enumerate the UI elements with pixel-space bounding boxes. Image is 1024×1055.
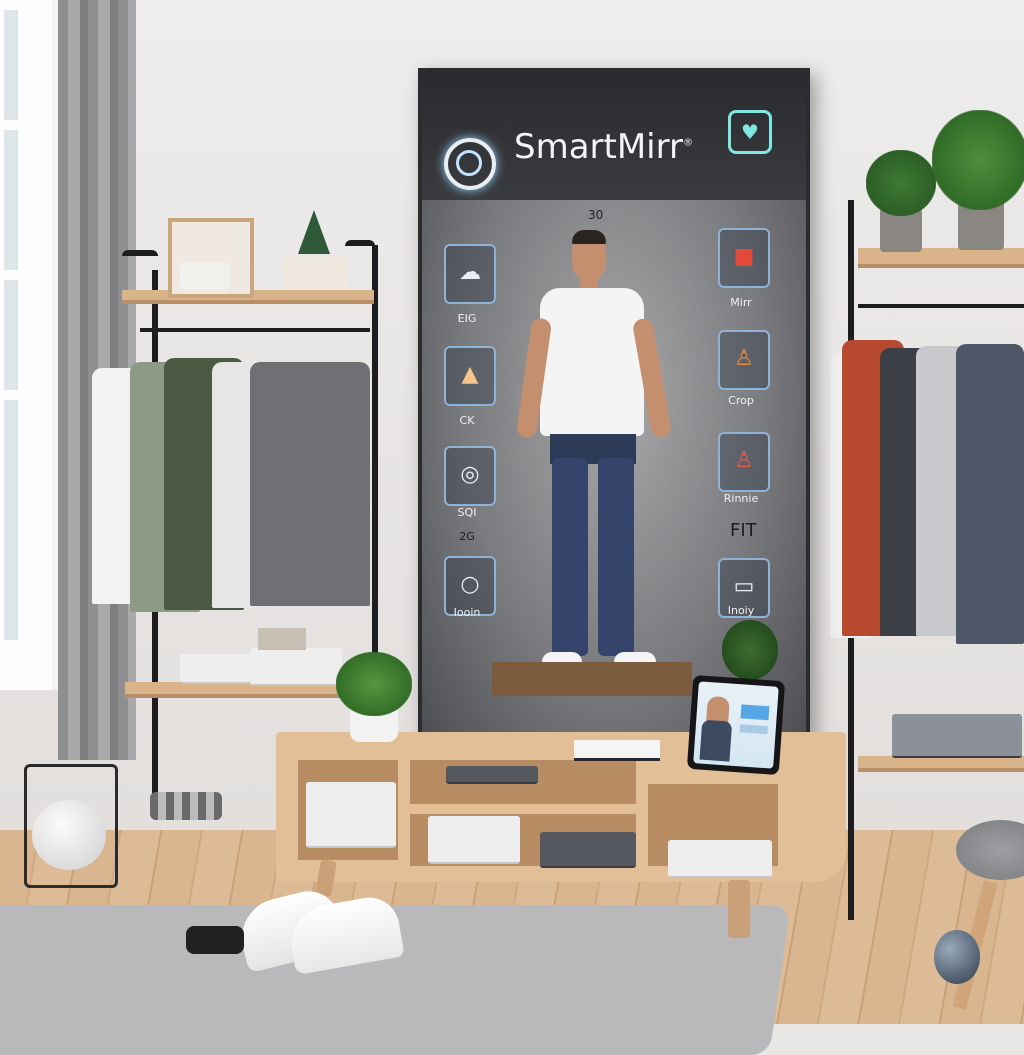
left-tile-1[interactable]: ☁ xyxy=(444,244,496,304)
cloud-icon: ☁ xyxy=(459,260,481,285)
right-tile-label: Crop xyxy=(728,394,754,407)
cabinet-leg xyxy=(728,880,750,938)
left-tile-label: CK xyxy=(459,414,475,427)
window-pane xyxy=(4,280,18,390)
person-tshirt xyxy=(540,288,644,436)
window-pane xyxy=(4,130,18,270)
mirror-header: SmartMirr® ♥ xyxy=(422,72,806,200)
body-orange-icon: ♙ xyxy=(734,346,754,371)
triangle-icon: ▲ xyxy=(461,362,479,387)
mirror-screen: 30 ☁ EIG ▲ CK ◎ SQI 2G ○ Iooin ■ Mirr ♙ … xyxy=(422,200,806,760)
dumbbell xyxy=(934,930,980,984)
dumbbells xyxy=(150,792,222,820)
person-leg-right xyxy=(552,458,588,656)
left-tile-label: Iooin xyxy=(453,606,481,619)
shirt-slate xyxy=(956,344,1024,644)
rack-hook xyxy=(122,250,158,256)
right-tile-label: Rinnie xyxy=(723,492,759,505)
bottom-shelf xyxy=(858,756,1024,772)
brand-mark: ® xyxy=(683,137,693,149)
rack-hook xyxy=(345,240,375,246)
right-tile-3[interactable]: ♙ xyxy=(718,432,770,492)
heart-badge-icon[interactable]: ♥ xyxy=(728,110,772,154)
plant xyxy=(866,150,936,216)
folded-clothes xyxy=(428,816,520,864)
brand-name: SmartMirr® xyxy=(514,127,693,167)
folded-clothes xyxy=(892,714,1022,758)
small-box xyxy=(258,628,306,650)
left-tile-label: SQI xyxy=(457,506,477,519)
folded-clothes xyxy=(250,648,342,686)
left-tile-3[interactable]: ◎ xyxy=(444,446,496,506)
plant xyxy=(336,652,412,716)
decor-bowl xyxy=(282,256,348,290)
right-tile-label: Inoiy xyxy=(727,604,755,617)
folded-clothes xyxy=(668,840,772,878)
folded-clothes xyxy=(446,766,538,784)
screen-icon: ▭ xyxy=(733,574,755,599)
left-extra: 2G xyxy=(459,530,475,543)
window-pane xyxy=(4,10,18,120)
right-tile-1[interactable]: ■ xyxy=(718,228,770,288)
hanging-bar xyxy=(140,328,370,332)
resistance-band xyxy=(186,926,244,954)
body-red-icon: ♙ xyxy=(734,448,754,473)
top-value: 30 xyxy=(588,208,604,222)
window xyxy=(0,0,58,690)
plant xyxy=(932,110,1024,210)
right-tile-label: Mirr xyxy=(730,296,752,309)
right-tile-2[interactable]: ♙ xyxy=(718,330,770,390)
folded-clothes xyxy=(540,832,636,868)
folded-towels xyxy=(180,262,230,290)
tablet[interactable] xyxy=(686,674,786,776)
shirt-grey xyxy=(250,362,370,606)
left-tile-label: EIG xyxy=(457,312,477,325)
face-icon: ◎ xyxy=(460,462,480,487)
mirror-logo-icon[interactable] xyxy=(444,138,496,190)
tablet-panel xyxy=(739,724,768,735)
small-tree-decor xyxy=(298,210,330,254)
smart-mirror[interactable]: SmartMirr® ♥ 30 ☁ EIG ▲ CK ◎ SQI 2G ○ Io… xyxy=(418,68,810,764)
tablet-person-shirt xyxy=(699,719,733,762)
folded-clothes xyxy=(180,654,258,684)
reflected-plant xyxy=(722,620,778,680)
red-screen-icon: ■ xyxy=(733,244,755,269)
tablet-screen[interactable] xyxy=(693,681,779,769)
brand-text: SmartMirr xyxy=(514,127,683,167)
ball xyxy=(32,800,106,870)
folded-clothes xyxy=(306,782,396,848)
hanging-bar xyxy=(858,304,1024,308)
left-tile-2[interactable]: ▲ xyxy=(444,346,496,406)
right-extra: FIT xyxy=(730,520,757,541)
tablet-panel xyxy=(740,704,770,721)
ring-icon: ○ xyxy=(460,572,480,597)
window-pane xyxy=(4,400,18,640)
reflected-floor xyxy=(492,662,692,696)
person-leg-left xyxy=(598,458,634,656)
person-hair xyxy=(572,230,606,244)
book xyxy=(574,740,660,761)
